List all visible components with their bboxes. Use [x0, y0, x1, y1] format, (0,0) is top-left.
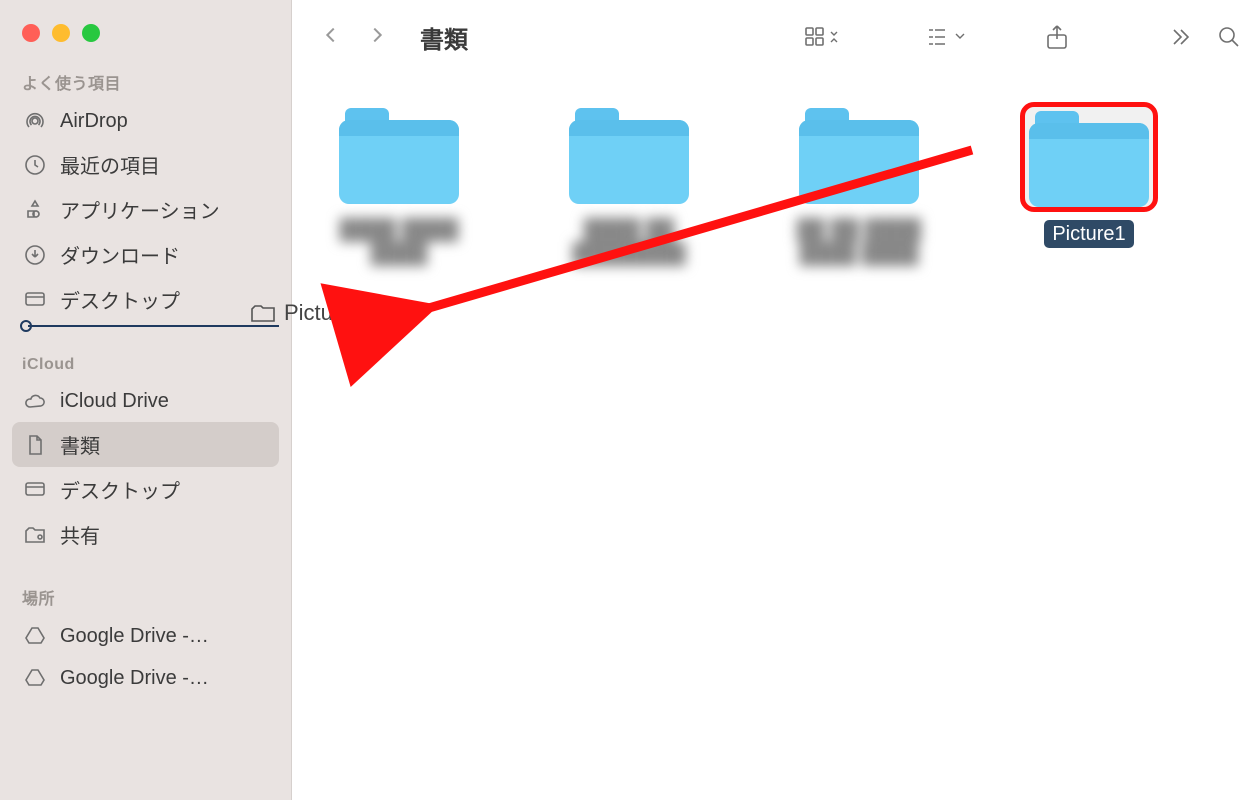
sidebar-drop-indicator	[20, 324, 279, 328]
drag-ghost-label: Picture1	[284, 300, 365, 326]
fullscreen-window-button[interactable]	[82, 24, 100, 42]
folder-icon	[799, 108, 919, 204]
window-title: 書類	[420, 20, 468, 55]
finder-main: 書類 ████ ████ ████ ████ ██ ████████	[292, 0, 1260, 800]
sidebar-item-airdrop[interactable]: AirDrop	[12, 100, 279, 142]
folder-item-picture1[interactable]: Picture1	[994, 102, 1184, 248]
sidebar-item-gdrive-1[interactable]: Google Drive -…	[12, 615, 279, 657]
apps-icon	[22, 197, 48, 223]
doc-icon	[22, 432, 48, 458]
sidebar-item-label: ダウンロード	[60, 240, 180, 269]
sidebar-item-label: 書類	[60, 430, 100, 459]
sidebar-item-applications[interactable]: アプリケーション	[12, 187, 279, 232]
sidebar-item-label: AirDrop	[60, 110, 128, 133]
folder-label: Picture1	[1044, 220, 1133, 248]
toolbar: 書類	[292, 0, 1260, 74]
sidebar-item-label: Google Drive -…	[60, 625, 209, 648]
gdrive-icon	[22, 623, 48, 649]
share-button[interactable]	[1044, 23, 1070, 51]
group-button[interactable]	[926, 25, 966, 49]
desktop-icon	[22, 287, 48, 313]
shared-folder-icon	[22, 522, 48, 548]
sidebar-item-label: 最近の項目	[60, 150, 160, 179]
sidebar-section-icloud: iCloud	[22, 356, 279, 374]
folder-icon	[1029, 111, 1149, 207]
folder-label: ████ ████ ████	[309, 218, 489, 266]
sidebar-item-recents[interactable]: 最近の項目	[12, 142, 279, 187]
search-button[interactable]	[1216, 24, 1242, 50]
annotation-highlight-box	[1020, 102, 1158, 212]
sidebar-item-desktop-icloud[interactable]: デスクトップ	[12, 467, 279, 512]
desktop-icon	[22, 477, 48, 503]
cloud-icon	[22, 388, 48, 414]
sidebar-item-label: デスクトップ	[60, 475, 180, 504]
drag-ghost: Picture1	[250, 300, 365, 326]
clock-icon	[22, 152, 48, 178]
finder-sidebar: よく使う項目 AirDrop 最近の項目 アプリケーション ダウンロード デスク…	[0, 0, 292, 800]
folder-icon	[569, 108, 689, 204]
window-controls	[12, 18, 279, 42]
folder-outline-icon	[250, 302, 276, 324]
sidebar-section-favorites: よく使う項目	[22, 70, 279, 94]
sidebar-item-shared[interactable]: 共有	[12, 512, 279, 557]
airdrop-icon	[22, 108, 48, 134]
sidebar-section-locations: 場所	[22, 585, 279, 609]
sidebar-item-desktop[interactable]: デスクトップ	[12, 277, 279, 322]
minimize-window-button[interactable]	[52, 24, 70, 42]
folder-item[interactable]: ████ ████ ████	[304, 102, 494, 266]
sidebar-item-label: iCloud Drive	[60, 390, 169, 413]
sidebar-item-label: 共有	[60, 520, 100, 549]
gdrive-icon	[22, 665, 48, 691]
sidebar-item-label: デスクトップ	[60, 285, 180, 314]
view-icons-button[interactable]	[804, 25, 838, 49]
sidebar-item-icloud-drive[interactable]: iCloud Drive	[12, 380, 279, 422]
download-icon	[22, 242, 48, 268]
sidebar-item-label: Google Drive -…	[60, 667, 209, 690]
folder-item[interactable]: ██ ██ ████ ████ ████	[764, 102, 954, 266]
more-button[interactable]	[1168, 25, 1192, 49]
sidebar-item-documents[interactable]: 書類	[12, 422, 279, 467]
file-grid[interactable]: ████ ████ ████ ████ ██ ████████ ██ ██ ██…	[292, 74, 1260, 800]
folder-item[interactable]: ████ ██ ████████	[534, 102, 724, 266]
back-button[interactable]	[320, 24, 342, 51]
sidebar-item-downloads[interactable]: ダウンロード	[12, 232, 279, 277]
folder-label: ████ ██ ████████	[539, 218, 719, 266]
sidebar-item-gdrive-2[interactable]: Google Drive -…	[12, 657, 279, 699]
close-window-button[interactable]	[22, 24, 40, 42]
forward-button[interactable]	[366, 24, 388, 51]
sidebar-item-label: アプリケーション	[60, 195, 220, 224]
folder-label: ██ ██ ████ ████ ████	[769, 218, 949, 266]
folder-icon	[339, 108, 459, 204]
